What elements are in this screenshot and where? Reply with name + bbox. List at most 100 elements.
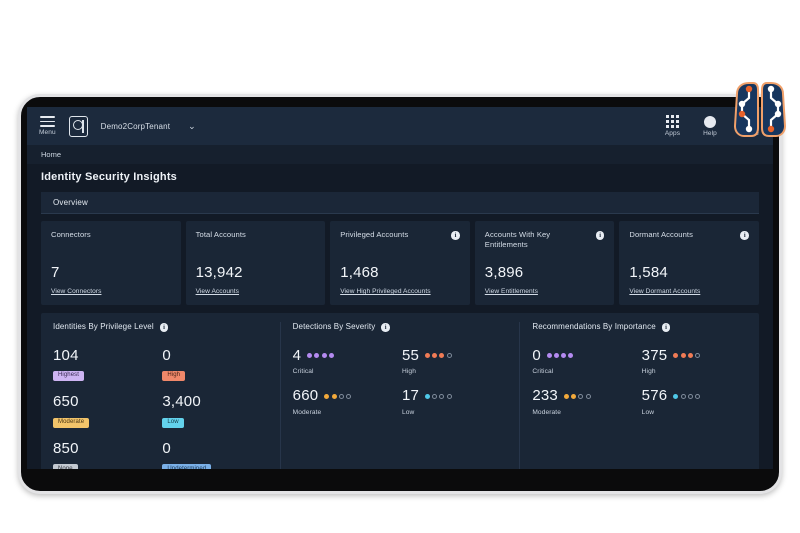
metric-value-line: 375	[642, 348, 747, 364]
panel-detections: Detections By Severity i 4 Critical 55 High 66…	[280, 322, 520, 469]
help-button[interactable]: ? Help	[703, 116, 717, 137]
metric-value: 576	[642, 388, 668, 404]
severity-dot-filled	[332, 394, 337, 399]
kpi-header: Connectors	[51, 230, 171, 250]
kpi-header: Dormant Accountsi	[629, 230, 749, 250]
metric-grid: 0Critical375High233Moderate576Low	[532, 348, 747, 417]
app-bar-left: Menu Demo2CorpTenant ⌄	[39, 116, 196, 137]
kpi-card: Accounts With Key Entitlementsi3,896View…	[475, 221, 615, 305]
severity-dot-filled	[564, 394, 569, 399]
page-title-bar: Identity Security Insights	[27, 164, 773, 190]
metric-label: Low	[402, 409, 507, 416]
kpi-link[interactable]: View Connectors	[51, 288, 171, 295]
severity-dots	[564, 394, 591, 399]
severity-dot-empty	[432, 394, 437, 399]
metric-cell: 375 High	[642, 348, 747, 376]
severity-dot-filled	[554, 353, 559, 358]
kpi-link[interactable]: View High Privileged Accounts	[340, 288, 460, 295]
metric-value-line: 104	[53, 348, 158, 364]
metric-cell: 0Undetermined	[162, 441, 267, 469]
severity-dot-empty	[339, 394, 344, 399]
kpi-card-row: Connectors7View ConnectorsTotal Accounts…	[41, 221, 759, 305]
metric-cell: 650Moderate	[53, 394, 158, 428]
metric-value: 55	[402, 348, 419, 364]
severity-dots	[673, 353, 700, 358]
kpi-link[interactable]: View Accounts	[196, 288, 316, 295]
metric-value: 104	[53, 348, 79, 364]
kpi-link[interactable]: View Dormant Accounts	[629, 288, 749, 295]
tenant-name: Demo2CorpTenant	[101, 122, 170, 131]
severity-dot-empty	[695, 353, 700, 358]
info-icon[interactable]: i	[740, 231, 749, 240]
metric-cell: 850None	[53, 441, 158, 469]
tab-bar: Overview	[41, 192, 759, 214]
kpi-header: Total Accounts	[196, 230, 316, 250]
info-icon[interactable]: i	[160, 323, 169, 332]
severity-dot-filled	[673, 394, 678, 399]
kpi-card: Privileged Accountsi1,468View High Privi…	[330, 221, 470, 305]
info-icon[interactable]: i	[662, 323, 671, 332]
metric-value-line: 660	[293, 388, 398, 404]
severity-dots	[307, 353, 334, 358]
metric-value: 650	[53, 394, 79, 410]
breadcrumb: Home	[27, 145, 773, 164]
info-icon[interactable]: i	[596, 231, 605, 240]
menu-label: Menu	[39, 129, 56, 136]
kpi-value: 13,942	[196, 264, 316, 281]
metric-value-line: 4	[293, 348, 398, 364]
metric-value: 660	[293, 388, 319, 404]
kpi-title: Privileged Accounts	[340, 230, 408, 240]
panel-title: Recommendations By Importance	[532, 322, 655, 331]
kpi-link[interactable]: View Entitlements	[485, 288, 605, 295]
main-content: Overview Connectors7View ConnectorsTotal…	[27, 190, 773, 469]
metric-grid: 104Highest0High650Moderate3,400Low850Non…	[53, 348, 268, 470]
info-icon[interactable]: i	[381, 323, 390, 332]
panel-title: Identities By Privilege Level	[53, 322, 154, 331]
metric-label: Critical	[293, 368, 398, 375]
severity-dot-empty	[447, 353, 452, 358]
privilege-badge: None	[53, 464, 78, 469]
metric-value-line: 55	[402, 348, 507, 364]
metric-value: 3,400	[162, 394, 201, 410]
kpi-title: Connectors	[51, 230, 91, 240]
metric-value: 0	[532, 348, 541, 364]
metric-label: Moderate	[293, 409, 398, 416]
app-bar: Menu Demo2CorpTenant ⌄ Apps ?	[27, 107, 773, 145]
chevron-down-icon[interactable]: ⌄	[188, 121, 196, 132]
metric-label: Critical	[532, 368, 637, 375]
menu-button[interactable]: Menu	[39, 116, 56, 135]
severity-dot-empty	[586, 394, 591, 399]
metric-label: High	[642, 368, 747, 375]
severity-dots	[324, 394, 351, 399]
apps-grid-icon	[666, 115, 678, 127]
privilege-badge: Undetermined	[162, 464, 211, 469]
apps-button[interactable]: Apps	[665, 115, 680, 136]
severity-dots	[547, 353, 574, 358]
metric-value: 375	[642, 348, 668, 364]
severity-dot-filled	[322, 353, 327, 358]
metric-value-line: 0	[162, 348, 267, 364]
severity-dot-filled	[425, 394, 430, 399]
severity-dot-filled	[547, 353, 552, 358]
severity-dots	[425, 353, 452, 358]
panel-privilege: Identities By Privilege Leveli104Highest…	[41, 322, 280, 469]
metric-value-line: 233	[532, 388, 637, 404]
panel-title: Detections By Severity	[293, 322, 376, 331]
info-icon[interactable]: i	[451, 231, 460, 240]
panel-header: Recommendations By Importance i	[532, 322, 747, 332]
metric-label: High	[402, 368, 507, 375]
metric-grid: 4 Critical 55 High 660 Moderate 17 Low	[293, 348, 508, 417]
screen: Menu Demo2CorpTenant ⌄ Apps ?	[27, 107, 773, 469]
tab-overview[interactable]: Overview	[53, 198, 88, 207]
panel-recommendations: Recommendations By Importance i 0 Critical 3…	[519, 322, 759, 469]
panel-header: Detections By Severity i	[293, 322, 508, 332]
brain-logo-icon	[729, 80, 791, 140]
severity-dot-filled	[688, 353, 693, 358]
metric-value: 17	[402, 388, 419, 404]
breadcrumb-item-home[interactable]: Home	[41, 150, 61, 159]
metric-cell: 0 Critical	[532, 348, 637, 376]
metric-cell: 576Low	[642, 388, 747, 416]
privilege-badge: High	[162, 371, 185, 382]
metric-value: 233	[532, 388, 558, 404]
severity-dot-filled	[439, 353, 444, 358]
